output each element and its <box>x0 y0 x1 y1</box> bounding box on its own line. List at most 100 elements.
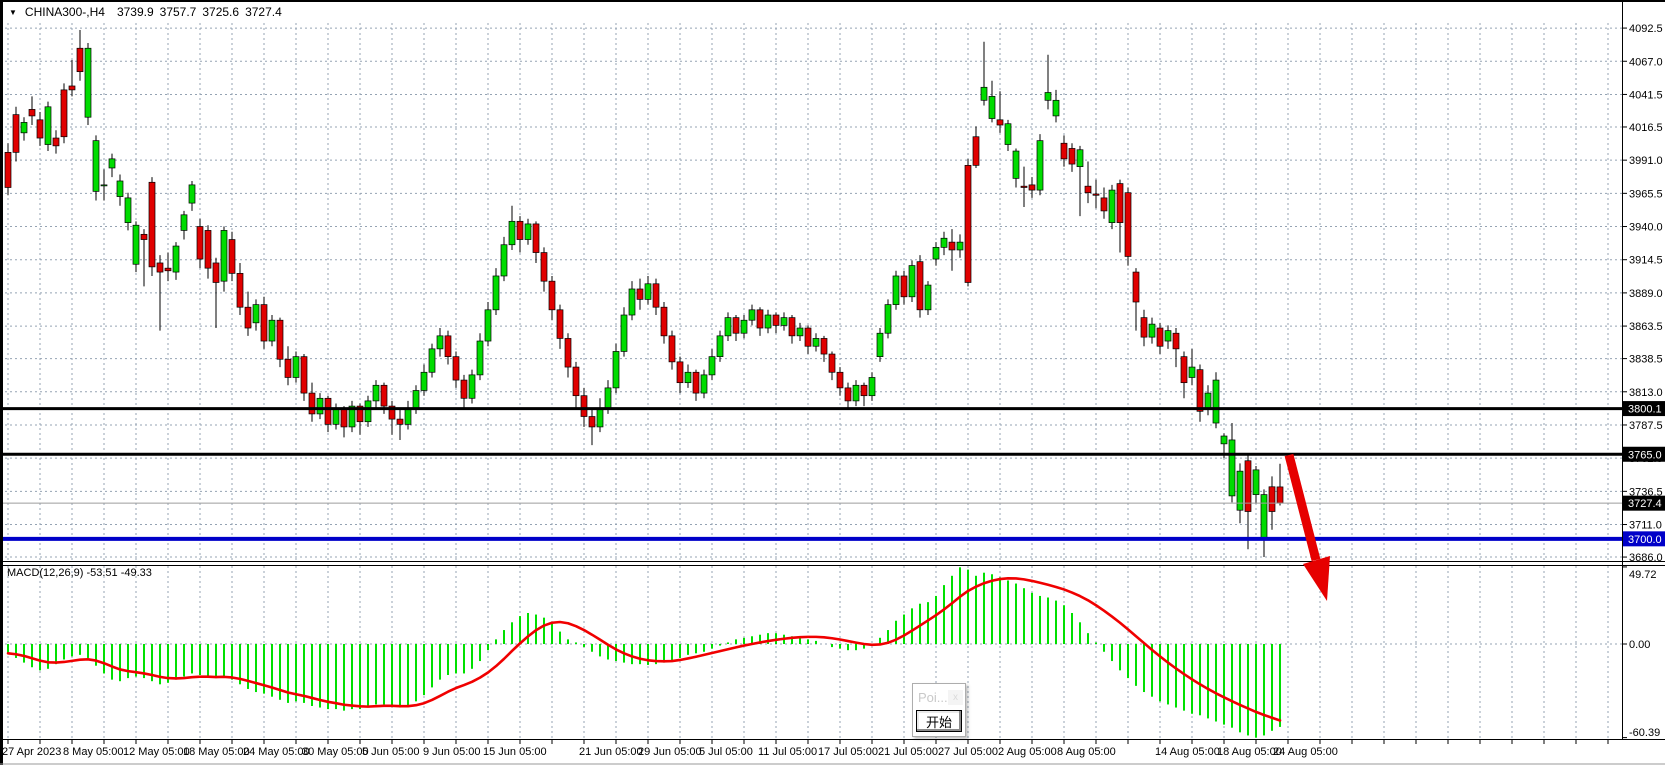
date-axis-label: 18 May 05:00 <box>183 746 250 758</box>
candle-bearish <box>325 398 331 424</box>
candle-bullish <box>749 310 755 320</box>
candle-bullish <box>877 333 883 356</box>
symbol-dropdown-icon[interactable]: ▼ <box>9 8 17 17</box>
date-axis-label: 15 Jun 05:00 <box>483 746 547 758</box>
candle-bullish <box>525 224 531 240</box>
candle-bullish <box>45 107 51 145</box>
candle-bullish <box>605 388 611 409</box>
price-axis-label: 3838.5 <box>1629 354 1663 366</box>
candle-bullish <box>797 328 803 336</box>
price-badge-value: 3700.0 <box>1628 534 1662 546</box>
candle-bearish <box>301 357 307 393</box>
chart-title-bar: ▼ CHINA300-,H4 3739.9 3757.7 3725.6 3727… <box>9 5 282 19</box>
price-axis-label: 4041.5 <box>1629 89 1663 101</box>
price-axis-label: 3863.5 <box>1629 321 1663 333</box>
candle-bearish <box>1197 370 1203 412</box>
price-axis-label: 4092.5 <box>1629 23 1663 35</box>
date-axis-label: 14 Aug 05:00 <box>1155 746 1220 758</box>
candle-bullish <box>1237 471 1243 510</box>
candle-bullish <box>925 285 931 310</box>
price-axis-label: 4067.0 <box>1629 56 1663 68</box>
candle-bullish <box>1053 100 1059 116</box>
candle-bearish <box>1141 318 1147 338</box>
candle-bullish <box>253 305 259 323</box>
candle-bullish <box>629 289 635 315</box>
candle-bullish <box>509 221 515 244</box>
candle-bearish <box>789 318 795 336</box>
candle-bearish <box>837 372 843 388</box>
candle-bullish <box>813 338 819 346</box>
candle-bearish <box>677 362 683 383</box>
candle-bearish <box>733 318 739 334</box>
candle-bullish <box>493 276 499 310</box>
candle-bearish <box>901 276 907 297</box>
macd-axis-label: 0.00 <box>1629 639 1650 651</box>
candle-bullish <box>469 375 475 398</box>
candle-bullish <box>1261 495 1267 538</box>
candle-bearish <box>533 224 539 253</box>
price-badge-value: 3727.4 <box>1628 498 1662 510</box>
date-axis-label: 27 Jul 05:00 <box>938 746 998 758</box>
date-axis-label: 11 Jul 05:00 <box>758 746 817 758</box>
candle-bullish <box>957 242 963 250</box>
candle-bearish <box>157 263 163 272</box>
candle-bearish <box>13 115 19 153</box>
candle-bearish <box>261 305 267 341</box>
price-axis-label: 3889.0 <box>1629 288 1663 300</box>
candle-bearish <box>1133 272 1139 302</box>
candle-bullish <box>781 318 787 326</box>
candle-bearish <box>829 354 835 372</box>
candle-bullish <box>293 357 299 378</box>
candle-bearish <box>653 284 659 307</box>
date-axis-label: 5 Jun 05:00 <box>362 746 420 758</box>
candle-bullish <box>109 159 115 168</box>
candle-bullish <box>269 320 275 341</box>
candle-bearish <box>805 328 811 346</box>
candle-bullish <box>933 247 939 259</box>
date-axis-label: 8 May 05:00 <box>63 746 124 758</box>
candle-bearish <box>397 419 403 424</box>
candle-bullish <box>1189 367 1195 377</box>
candle-bearish <box>53 138 59 146</box>
candle-bearish <box>5 152 11 187</box>
candle-bullish <box>21 122 27 132</box>
candle-bullish <box>413 390 419 408</box>
popup-titlebar[interactable]: Poi... x <box>913 684 965 710</box>
candle-bullish <box>117 181 123 197</box>
candle-bearish <box>573 367 579 396</box>
candle-bullish <box>421 372 427 390</box>
price-badge-value: 3765.0 <box>1628 449 1662 461</box>
price-badge-value: 3800.1 <box>1628 404 1662 416</box>
date-axis-label: 17 Jul 05:00 <box>818 746 878 758</box>
candle-bullish <box>597 409 603 427</box>
candle-bullish <box>333 409 339 425</box>
candle-bullish <box>1253 470 1259 495</box>
popup-start-button[interactable]: 开始 <box>916 710 962 732</box>
candle-bearish <box>557 310 563 339</box>
candle-bullish <box>1229 440 1235 496</box>
macd-axis-label: -60.39 <box>1629 727 1660 739</box>
date-axis-label: 24 Aug 05:00 <box>1273 746 1338 758</box>
candle-bullish <box>85 48 91 117</box>
candle-bullish <box>133 225 139 264</box>
candle-bearish <box>1101 198 1107 211</box>
candle-bearish <box>341 409 347 427</box>
popup-title: Poi... <box>918 690 948 705</box>
candle-bearish <box>453 357 459 380</box>
candle-bearish <box>1269 487 1275 512</box>
candle-bearish <box>381 385 387 406</box>
candle-bearish <box>757 310 763 328</box>
candle-bearish <box>565 338 571 367</box>
candle-bullish <box>405 409 411 425</box>
candle-bearish <box>285 359 291 377</box>
chart-canvas[interactable]: 4092.54067.04041.54016.53991.03965.53940… <box>0 0 1665 765</box>
candle-bearish <box>237 273 243 307</box>
candle-bearish <box>245 307 251 328</box>
candle-bullish <box>869 377 875 395</box>
date-axis-label: 24 May 05:00 <box>243 746 310 758</box>
price-axis-label: 3991.0 <box>1629 155 1663 167</box>
popup-close-icon[interactable]: x <box>948 690 963 705</box>
candle-bullish <box>613 351 619 387</box>
candle-bearish <box>29 109 35 116</box>
price-axis-label: 3711.0 <box>1629 520 1662 532</box>
